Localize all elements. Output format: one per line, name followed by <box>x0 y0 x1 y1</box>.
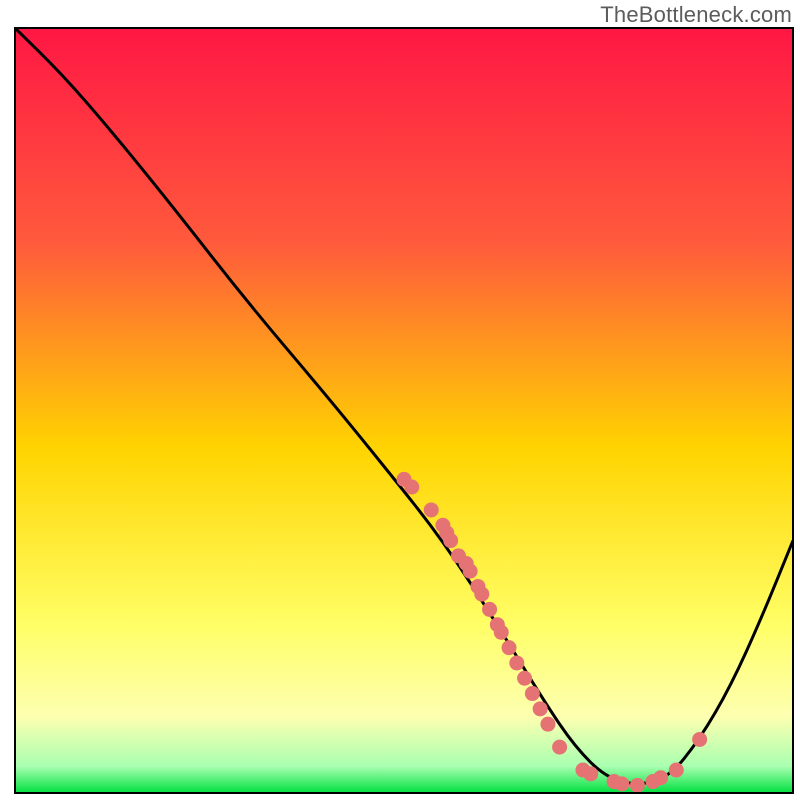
data-point <box>552 740 567 755</box>
data-point <box>424 502 439 517</box>
data-point <box>482 602 497 617</box>
data-point <box>669 763 684 778</box>
gradient-background <box>15 28 793 793</box>
data-point <box>692 732 707 747</box>
bottleneck-chart <box>0 0 800 800</box>
data-point <box>540 717 555 732</box>
data-point <box>474 587 489 602</box>
data-point <box>509 655 524 670</box>
data-point <box>517 671 532 686</box>
data-point <box>525 686 540 701</box>
data-point <box>583 766 598 781</box>
data-point <box>614 776 629 791</box>
data-point <box>404 480 419 495</box>
data-point <box>463 564 478 579</box>
data-point <box>443 533 458 548</box>
data-point <box>653 770 668 785</box>
watermark-text: TheBottleneck.com <box>600 2 792 28</box>
data-point <box>533 701 548 716</box>
data-point <box>494 625 509 640</box>
data-point <box>630 778 645 793</box>
data-point <box>502 640 517 655</box>
chart-container: TheBottleneck.com <box>0 0 800 800</box>
